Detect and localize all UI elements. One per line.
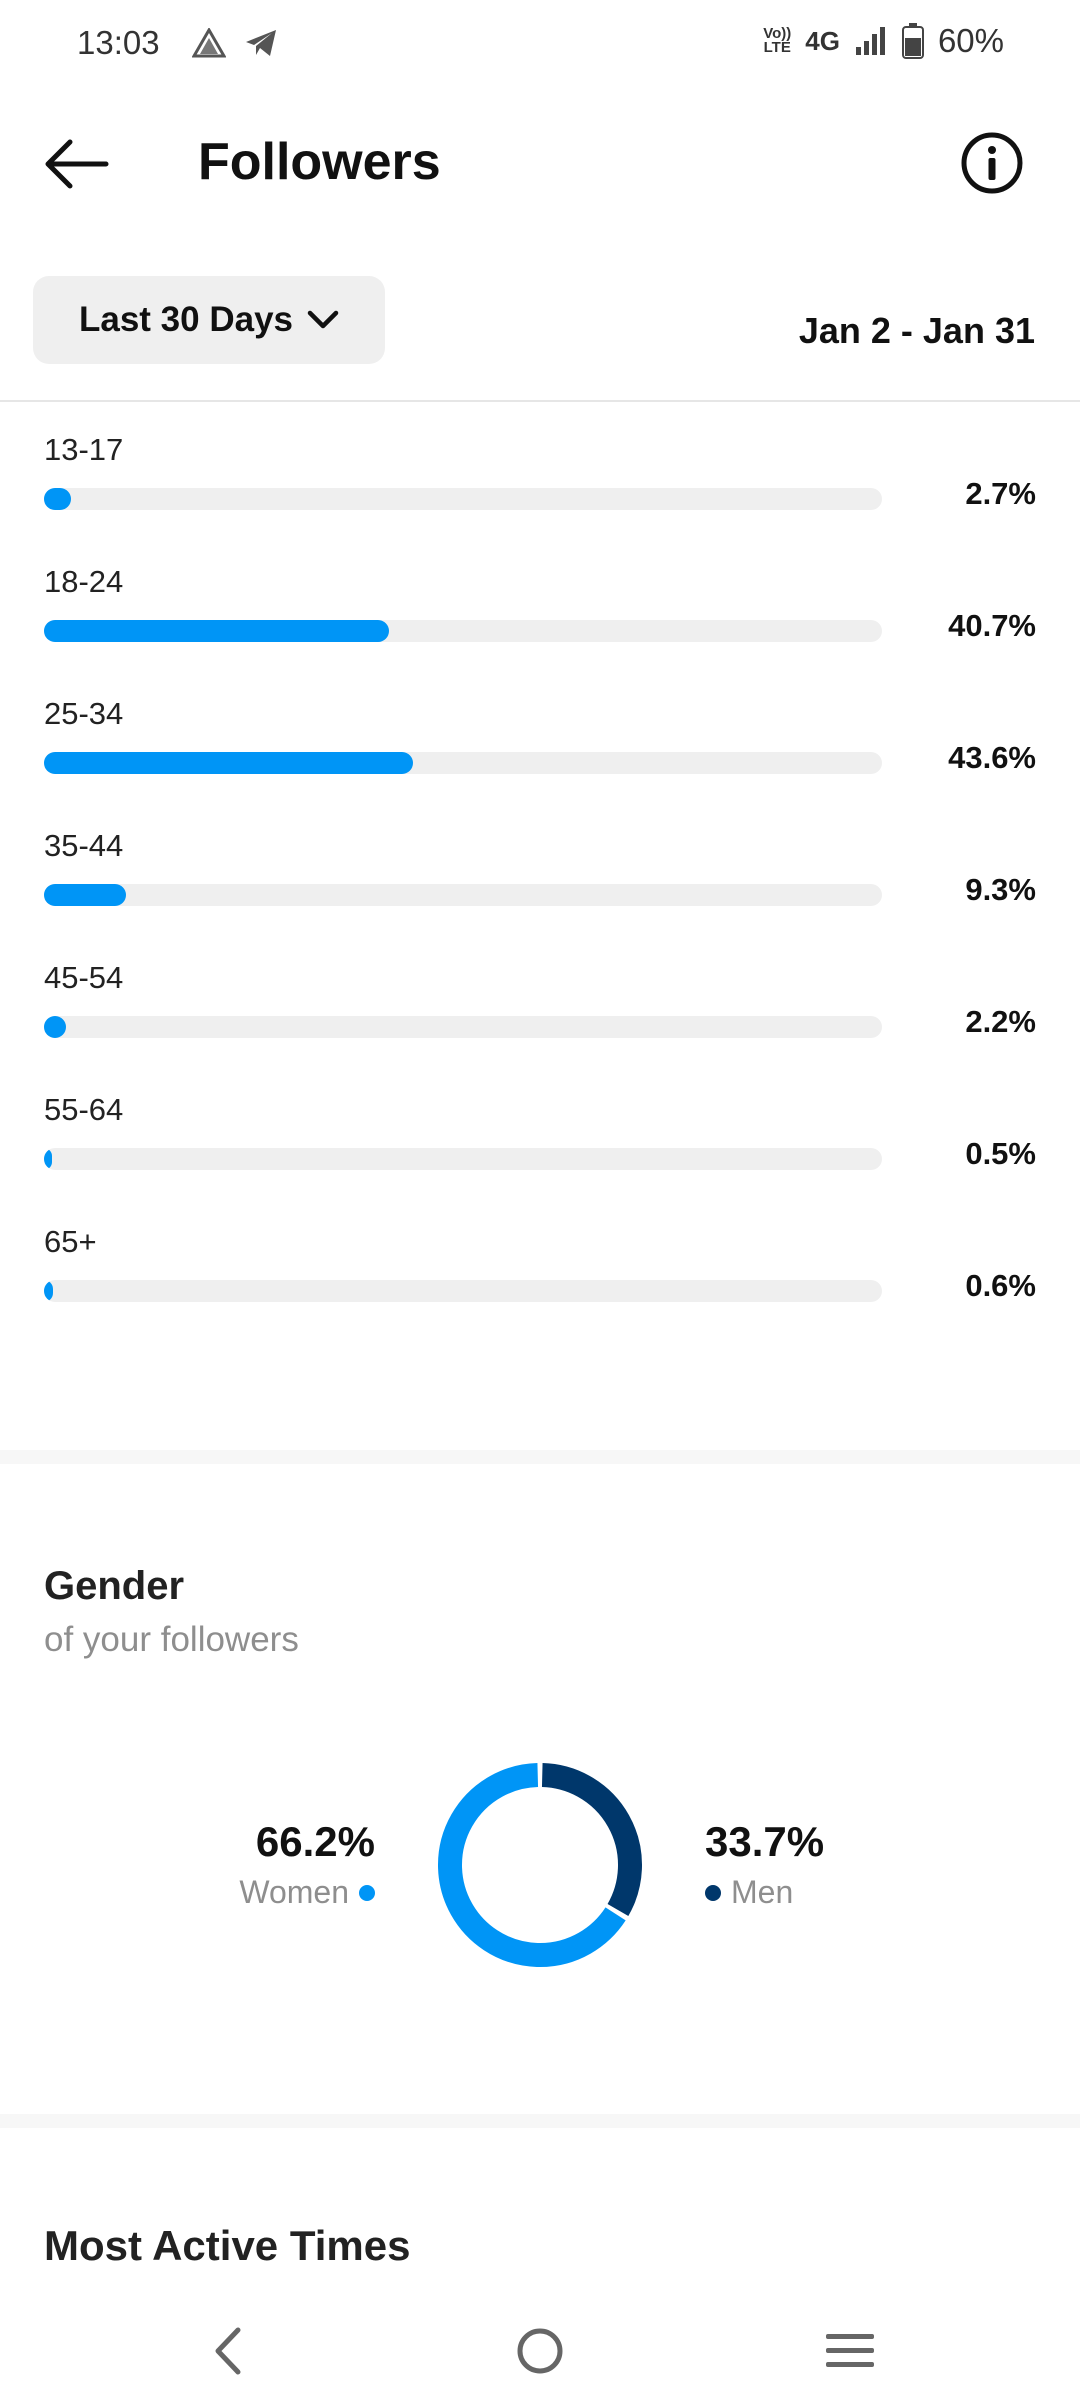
- age-label: 55-64: [44, 1092, 124, 1127]
- age-label: 18-24: [44, 564, 124, 599]
- battery-percent: 60%: [937, 22, 1004, 59]
- page-title: Followers: [198, 133, 441, 191]
- women-dot: [359, 1884, 375, 1901]
- app-header: Followers: [0, 110, 1080, 220]
- age-percent: 0.5%: [965, 1136, 1036, 1171]
- battery-icon: [901, 23, 924, 59]
- telegram-icon: [246, 30, 276, 56]
- age-row: 18-24 40.7%: [0, 560, 1080, 692]
- age-label: 13-17: [44, 432, 124, 467]
- signal-icon: [855, 27, 885, 55]
- age-bar-track: [44, 1016, 882, 1038]
- most-active-title: Most Active Times: [44, 2222, 411, 2269]
- women-legend: Women: [180, 1874, 375, 1911]
- men-dot: [705, 1884, 721, 1901]
- range-selector-button[interactable]: Last 30 Days: [33, 276, 385, 364]
- date-range-text: Jan 2 - Jan 31: [798, 310, 1035, 351]
- age-bar-fill: [44, 1280, 53, 1302]
- age-bar-fill: [44, 884, 126, 906]
- age-bar-fill: [44, 620, 389, 642]
- status-time: 13:03: [77, 24, 160, 61]
- men-stat: 33.7% Men: [705, 1818, 905, 1911]
- women-stat: 66.2% Women: [180, 1818, 375, 1911]
- status-bar: 13:03 Vo)) LTE 4G 60%: [0, 0, 1080, 90]
- age-bar-track: [44, 752, 882, 774]
- chevron-down-icon: [307, 310, 339, 329]
- age-percent: 40.7%: [948, 608, 1036, 643]
- age-row: 35-44 9.3%: [0, 824, 1080, 956]
- age-label: 35-44: [44, 828, 124, 863]
- gender-subtitle: of your followers: [44, 1620, 299, 1659]
- age-bar-track: [44, 884, 882, 906]
- men-label: Men: [731, 1874, 794, 1910]
- age-bar-track: [44, 1148, 882, 1170]
- back-icon: [215, 2327, 241, 2375]
- back-button[interactable]: [40, 134, 112, 194]
- age-row: 65+ 0.6%: [0, 1220, 1080, 1352]
- volte-indicator: Vo)) LTE: [763, 25, 792, 56]
- gender-title: Gender: [44, 1564, 185, 1608]
- age-bar-fill: [44, 488, 71, 510]
- network-type: 4G: [805, 25, 840, 56]
- nav-menu-button[interactable]: [815, 2316, 885, 2386]
- system-nav-bar: [0, 2290, 1080, 2408]
- age-row: 55-64 0.5%: [0, 1088, 1080, 1220]
- info-button[interactable]: [960, 131, 1024, 195]
- gender-donut-chart: [438, 1763, 642, 1967]
- age-label: 65+: [44, 1224, 97, 1259]
- status-right: Vo)) LTE 4G 60%: [763, 22, 1004, 60]
- age-row: 25-34 43.6%: [0, 692, 1080, 824]
- age-percent: 43.6%: [948, 740, 1036, 775]
- women-percent: 66.2%: [255, 1818, 375, 1865]
- donut-slice-men: [541, 1763, 642, 1916]
- nav-back-button[interactable]: [193, 2316, 263, 2386]
- info-icon: [961, 132, 1023, 194]
- age-label: 45-54: [44, 960, 124, 995]
- age-row: 13-17 2.7%: [0, 428, 1080, 560]
- men-percent: 33.7%: [705, 1818, 825, 1865]
- age-bar-fill: [44, 1148, 52, 1170]
- home-icon: [517, 2328, 563, 2374]
- section-divider: [0, 2114, 1080, 2128]
- date-range-row: Last 30 Days Jan 2 - Jan 31: [0, 274, 1080, 402]
- men-legend: Men: [705, 1874, 905, 1911]
- range-selector-label: Last 30 Days: [78, 300, 294, 339]
- back-arrow-icon: [45, 139, 109, 189]
- nav-home-button[interactable]: [505, 2316, 575, 2386]
- age-range-list: 13-17 2.7% 18-24 40.7% 25-34 43.6% 35-44…: [0, 428, 1080, 1352]
- age-percent: 2.7%: [965, 476, 1036, 511]
- age-percent: 2.2%: [965, 1004, 1036, 1039]
- notification-icon: [192, 28, 226, 58]
- age-bar-track: [44, 488, 882, 510]
- age-bar-track: [44, 620, 882, 642]
- age-row: 45-54 2.2%: [0, 956, 1080, 1088]
- menu-icon: [826, 2334, 874, 2367]
- age-percent: 9.3%: [965, 872, 1036, 907]
- age-label: 25-34: [44, 696, 124, 731]
- age-percent: 0.6%: [965, 1268, 1036, 1303]
- section-divider: [0, 1450, 1080, 1464]
- age-bar-fill: [44, 752, 413, 774]
- age-bar-track: [44, 1280, 882, 1302]
- age-bar-fill: [44, 1016, 66, 1038]
- status-left-icons: [192, 28, 278, 58]
- women-label: Women: [239, 1874, 349, 1910]
